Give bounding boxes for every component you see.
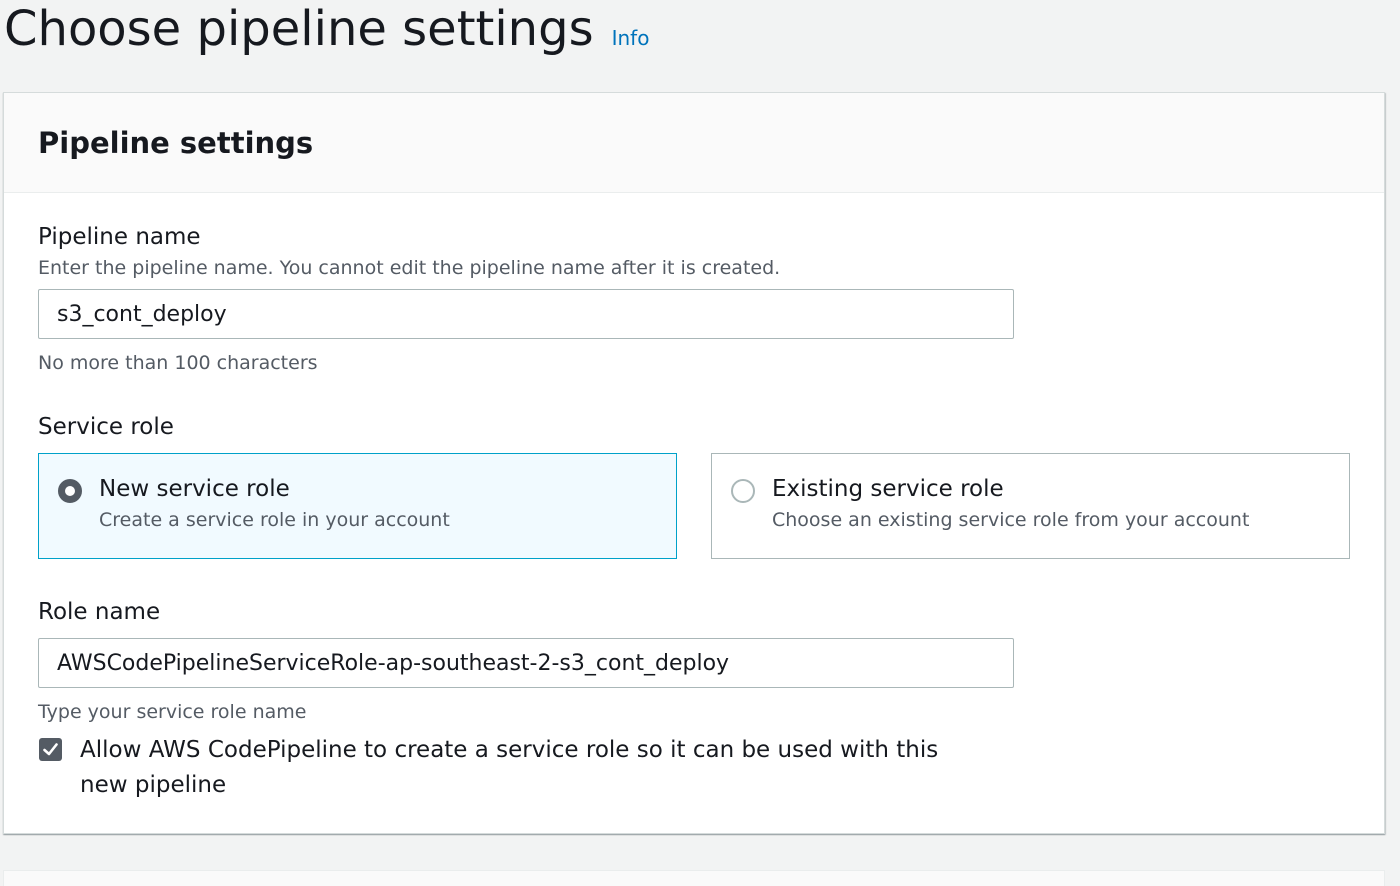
pipeline-settings-panel: Pipeline settings Pipeline name Enter th… <box>3 92 1385 834</box>
service-role-label: Service role <box>38 414 174 440</box>
page: Choose pipeline settings Info Pipeline s… <box>0 0 1400 886</box>
pipeline-name-label: Pipeline name <box>38 224 201 250</box>
new-service-role-title: New service role <box>99 476 290 502</box>
pipeline-name-constraint: No more than 100 characters <box>38 352 318 374</box>
role-name-hint: Type your service role name <box>38 701 307 723</box>
panel-title: Pipeline settings <box>38 126 314 160</box>
existing-service-role-tile[interactable]: Existing service role Choose an existing… <box>711 453 1350 559</box>
existing-service-role-description: Choose an existing service role from you… <box>772 509 1250 531</box>
page-header: Choose pipeline settings Info <box>4 0 649 62</box>
new-service-role-description: Create a service role in your account <box>99 509 450 531</box>
existing-service-role-title: Existing service role <box>772 476 1004 502</box>
next-panel <box>3 870 1385 886</box>
new-service-role-radio-icon[interactable] <box>58 479 82 503</box>
pipeline-name-input[interactable] <box>38 289 1014 339</box>
allow-service-role-label[interactable]: Allow AWS CodePipeline to create a servi… <box>80 733 980 803</box>
checkmark-icon <box>43 743 58 756</box>
role-name-label: Role name <box>38 599 161 625</box>
new-service-role-tile[interactable]: New service role Create a service role i… <box>38 453 677 559</box>
page-title: Choose pipeline settings <box>4 1 594 57</box>
existing-service-role-radio-icon[interactable] <box>731 479 755 503</box>
allow-service-role-checkbox[interactable] <box>39 738 62 761</box>
pipeline-name-description: Enter the pipeline name. You cannot edit… <box>38 257 781 279</box>
panel-header: Pipeline settings <box>4 93 1384 193</box>
role-name-input[interactable] <box>38 638 1014 688</box>
info-link[interactable]: Info <box>612 26 650 50</box>
